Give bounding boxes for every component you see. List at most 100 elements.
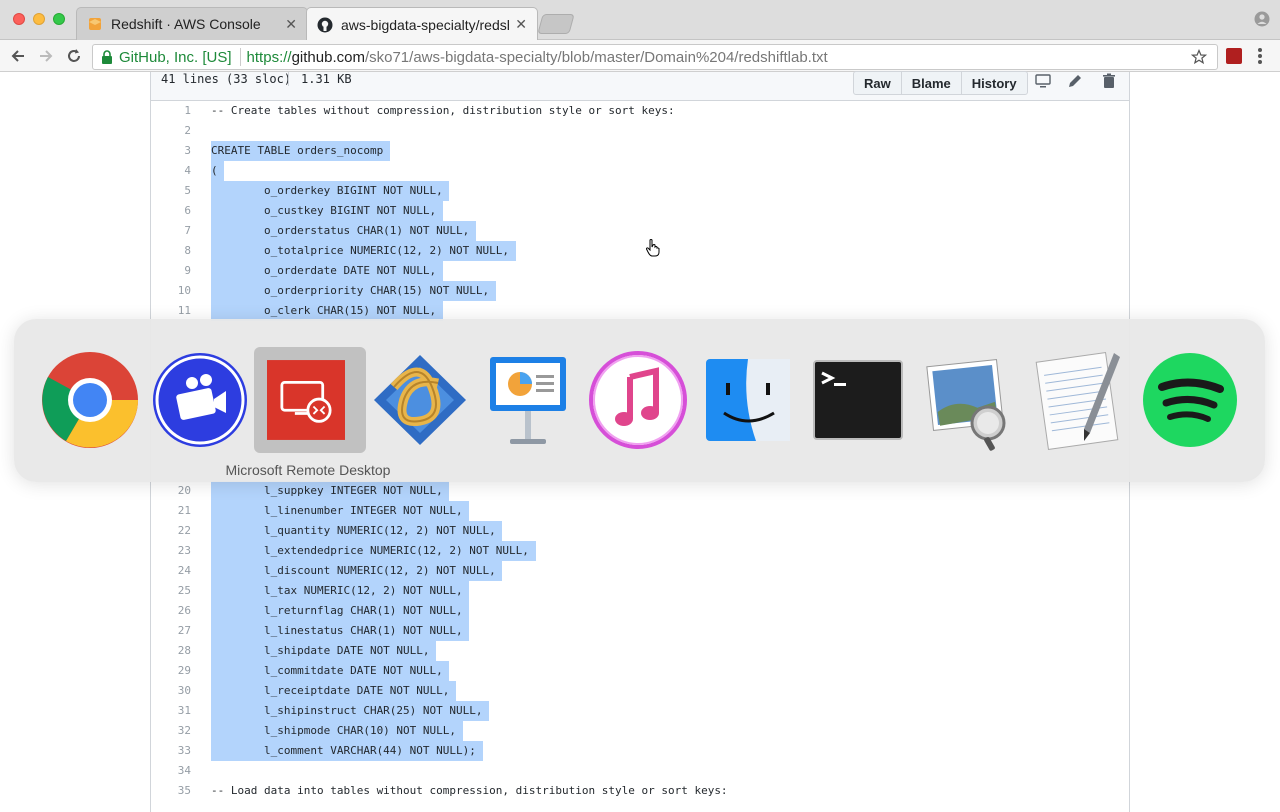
line-content: l_linenumber INTEGER NOT NULL, <box>211 501 470 521</box>
app-textedit[interactable] <box>1026 347 1130 453</box>
blame-button[interactable]: Blame <box>902 72 962 94</box>
code-line: 1 -- Create tables without compression, d… <box>151 101 1129 121</box>
code-line: 35 -- Load data into tables without compr… <box>151 781 1129 801</box>
line-number[interactable]: 32 <box>151 721 191 741</box>
line-number[interactable]: 28 <box>151 641 191 661</box>
line-number[interactable]: 26 <box>151 601 191 621</box>
line-content: o_orderpriority CHAR(15) NOT NULL, <box>211 281 496 301</box>
file-header: 41 lines (33 sloc) 1.31 KB Raw Blame His… <box>151 71 1129 101</box>
line-number[interactable]: 20 <box>151 481 191 501</box>
line-number[interactable]: 31 <box>151 701 191 721</box>
terminal-icon <box>813 360 903 440</box>
line-content: l_comment VARCHAR(44) NOT NULL); <box>211 741 483 761</box>
line-number[interactable]: 21 <box>151 501 191 521</box>
new-tab-button[interactable] <box>537 14 575 34</box>
remote-desktop-icon <box>267 360 345 440</box>
code-line: 2 <box>151 121 1129 141</box>
code-line: 22 l_quantity NUMERIC(12, 2) NOT NULL, <box>151 521 1129 541</box>
line-content: l_shipinstruct CHAR(25) NOT NULL, <box>211 701 490 721</box>
app-finder[interactable] <box>696 347 800 453</box>
code-line: 23 l_extendedprice NUMERIC(12, 2) NOT NU… <box>151 541 1129 561</box>
app-rope[interactable] <box>368 347 472 453</box>
line-number[interactable]: 30 <box>151 681 191 701</box>
code-line: 28 l_shipdate DATE NOT NULL, <box>151 641 1129 661</box>
url-path: /sko71/aws-bigdata-specialty/blob/master… <box>364 48 828 66</box>
preview-icon <box>926 358 1006 451</box>
tab-github-file[interactable]: aws-bigdata-specialty/redshift ✕ <box>306 7 538 41</box>
line-content: l_linestatus CHAR(1) NOT NULL, <box>211 621 470 641</box>
forward-arrow-icon[interactable] <box>36 46 56 66</box>
zoom-window-button[interactable] <box>53 13 65 25</box>
code-line: 33 l_comment VARCHAR(44) NOT NULL); <box>151 741 1129 761</box>
pencil-icon[interactable] <box>1067 73 1083 89</box>
line-number[interactable]: 11 <box>151 301 191 321</box>
line-content: CREATE TABLE orders_nocomp <box>211 141 390 161</box>
itunes-icon <box>589 351 687 449</box>
line-number[interactable]: 34 <box>151 761 191 781</box>
code-line: 10 o_orderpriority CHAR(15) NOT NULL, <box>151 281 1129 301</box>
line-number[interactable]: 35 <box>151 781 191 801</box>
tab-title: Redshift · AWS Console <box>111 16 261 32</box>
line-number[interactable]: 4 <box>151 161 191 181</box>
app-preview[interactable] <box>916 347 1020 453</box>
trash-icon[interactable] <box>1101 73 1117 89</box>
code-line: 5 o_orderkey BIGINT NOT NULL, <box>151 181 1129 201</box>
line-number[interactable]: 25 <box>151 581 191 601</box>
code-line: 7 o_orderstatus CHAR(1) NOT NULL, <box>151 221 1129 241</box>
code-line: 26 l_returnflag CHAR(1) NOT NULL, <box>151 601 1129 621</box>
profile-icon[interactable] <box>1254 11 1270 27</box>
app-screen-recorder[interactable] <box>148 347 252 453</box>
app-keynote[interactable] <box>476 347 580 453</box>
line-number[interactable]: 3 <box>151 141 191 161</box>
pdf-extension-icon[interactable] <box>1226 48 1242 64</box>
browser-tab-bar: Redshift · AWS Console ✕ aws-bigdata-spe… <box>0 0 1280 41</box>
app-terminal[interactable] <box>806 347 910 453</box>
line-content: l_extendedprice NUMERIC(12, 2) NOT NULL, <box>211 541 536 561</box>
line-content: -- Create tables without compression, di… <box>211 104 675 117</box>
code-line: 30 l_receiptdate DATE NOT NULL, <box>151 681 1129 701</box>
line-number[interactable]: 7 <box>151 221 191 241</box>
line-number[interactable]: 27 <box>151 621 191 641</box>
line-content: l_suppkey INTEGER NOT NULL, <box>211 481 450 501</box>
tab-close-icon[interactable]: ✕ <box>515 16 527 33</box>
raw-button[interactable]: Raw <box>854 72 902 94</box>
spotify-icon <box>1143 353 1237 447</box>
line-number[interactable]: 1 <box>151 101 191 121</box>
line-number[interactable]: 23 <box>151 541 191 561</box>
line-number[interactable]: 8 <box>151 241 191 261</box>
line-number[interactable]: 5 <box>151 181 191 201</box>
selected-app-label: Microsoft Remote Desktop <box>225 462 391 478</box>
back-arrow-icon[interactable] <box>8 46 28 66</box>
app-spotify[interactable] <box>1138 347 1242 453</box>
lock-icon <box>102 50 112 64</box>
tab-title: aws-bigdata-specialty/redshift <box>341 16 510 33</box>
tab-close-icon[interactable]: ✕ <box>285 16 297 33</box>
history-button[interactable]: History <box>962 72 1027 94</box>
code-line: 31 l_shipinstruct CHAR(25) NOT NULL, <box>151 701 1129 721</box>
line-number[interactable]: 24 <box>151 561 191 581</box>
line-number[interactable]: 33 <box>151 741 191 761</box>
code-line: 24 l_discount NUMERIC(12, 2) NOT NULL, <box>151 561 1129 581</box>
bookmark-star-icon[interactable] <box>1191 49 1207 65</box>
line-content: l_returnflag CHAR(1) NOT NULL, <box>211 601 470 621</box>
close-window-button[interactable] <box>13 13 25 25</box>
url-host: github.com <box>291 48 365 66</box>
line-number[interactable]: 22 <box>151 521 191 541</box>
address-bar[interactable]: GitHub, Inc. [US] https:// github.com /s… <box>92 44 1218 70</box>
browser-menu-icon[interactable] <box>1258 48 1262 64</box>
line-number[interactable]: 6 <box>151 201 191 221</box>
app-itunes[interactable] <box>586 347 690 453</box>
line-number[interactable]: 10 <box>151 281 191 301</box>
app-remote-desktop[interactable] <box>254 347 366 453</box>
line-number[interactable]: 2 <box>151 121 191 141</box>
app-chrome[interactable] <box>38 347 142 453</box>
line-number[interactable]: 29 <box>151 661 191 681</box>
reload-icon[interactable] <box>64 46 84 66</box>
rope-app-icon <box>374 355 466 445</box>
desktop-icon[interactable] <box>1035 73 1051 89</box>
tab-redshift-console[interactable]: Redshift · AWS Console ✕ <box>76 7 308 40</box>
minimize-window-button[interactable] <box>33 13 45 25</box>
file-info-divider <box>288 72 289 86</box>
code-line: 21 l_linenumber INTEGER NOT NULL, <box>151 501 1129 521</box>
line-number[interactable]: 9 <box>151 261 191 281</box>
